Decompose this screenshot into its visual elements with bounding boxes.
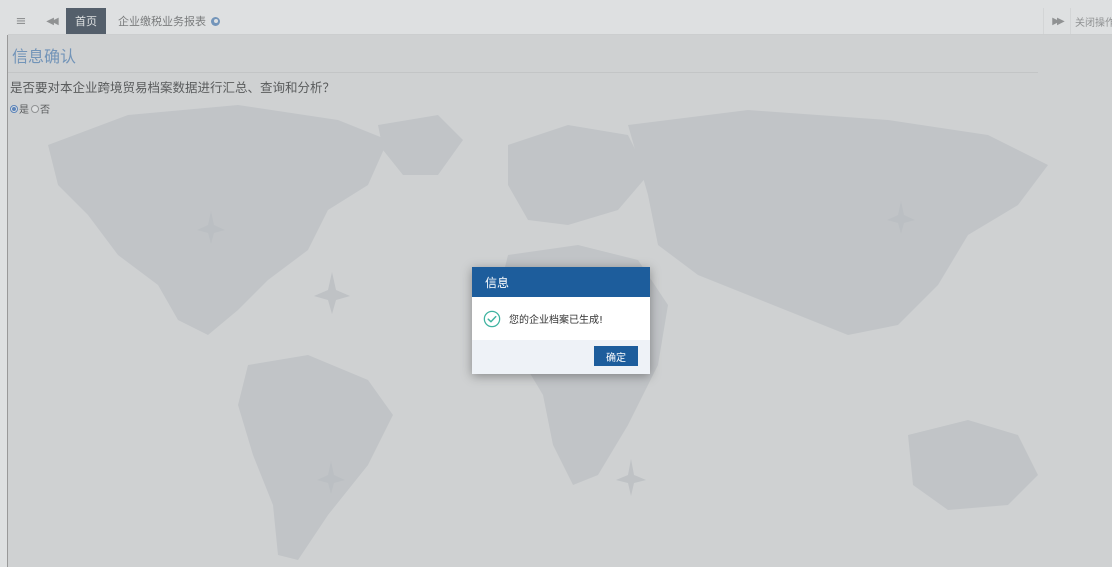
- frame-border: [7, 35, 8, 567]
- info-dialog: 信息 您的企业档案已生成! 确定: [472, 267, 650, 374]
- app-window: ≡ ◀◀ 首页 企业缴税业务报表 ▶▶ 关闭操作▾: [0, 0, 1112, 567]
- ok-button[interactable]: 确定: [594, 346, 638, 366]
- check-circle-icon: [483, 310, 501, 327]
- dialog-title: 信息: [472, 267, 650, 297]
- dialog-footer: 确定: [472, 340, 650, 374]
- dialog-message: 您的企业档案已生成!: [509, 315, 604, 326]
- dialog-body: 您的企业档案已生成!: [472, 297, 650, 340]
